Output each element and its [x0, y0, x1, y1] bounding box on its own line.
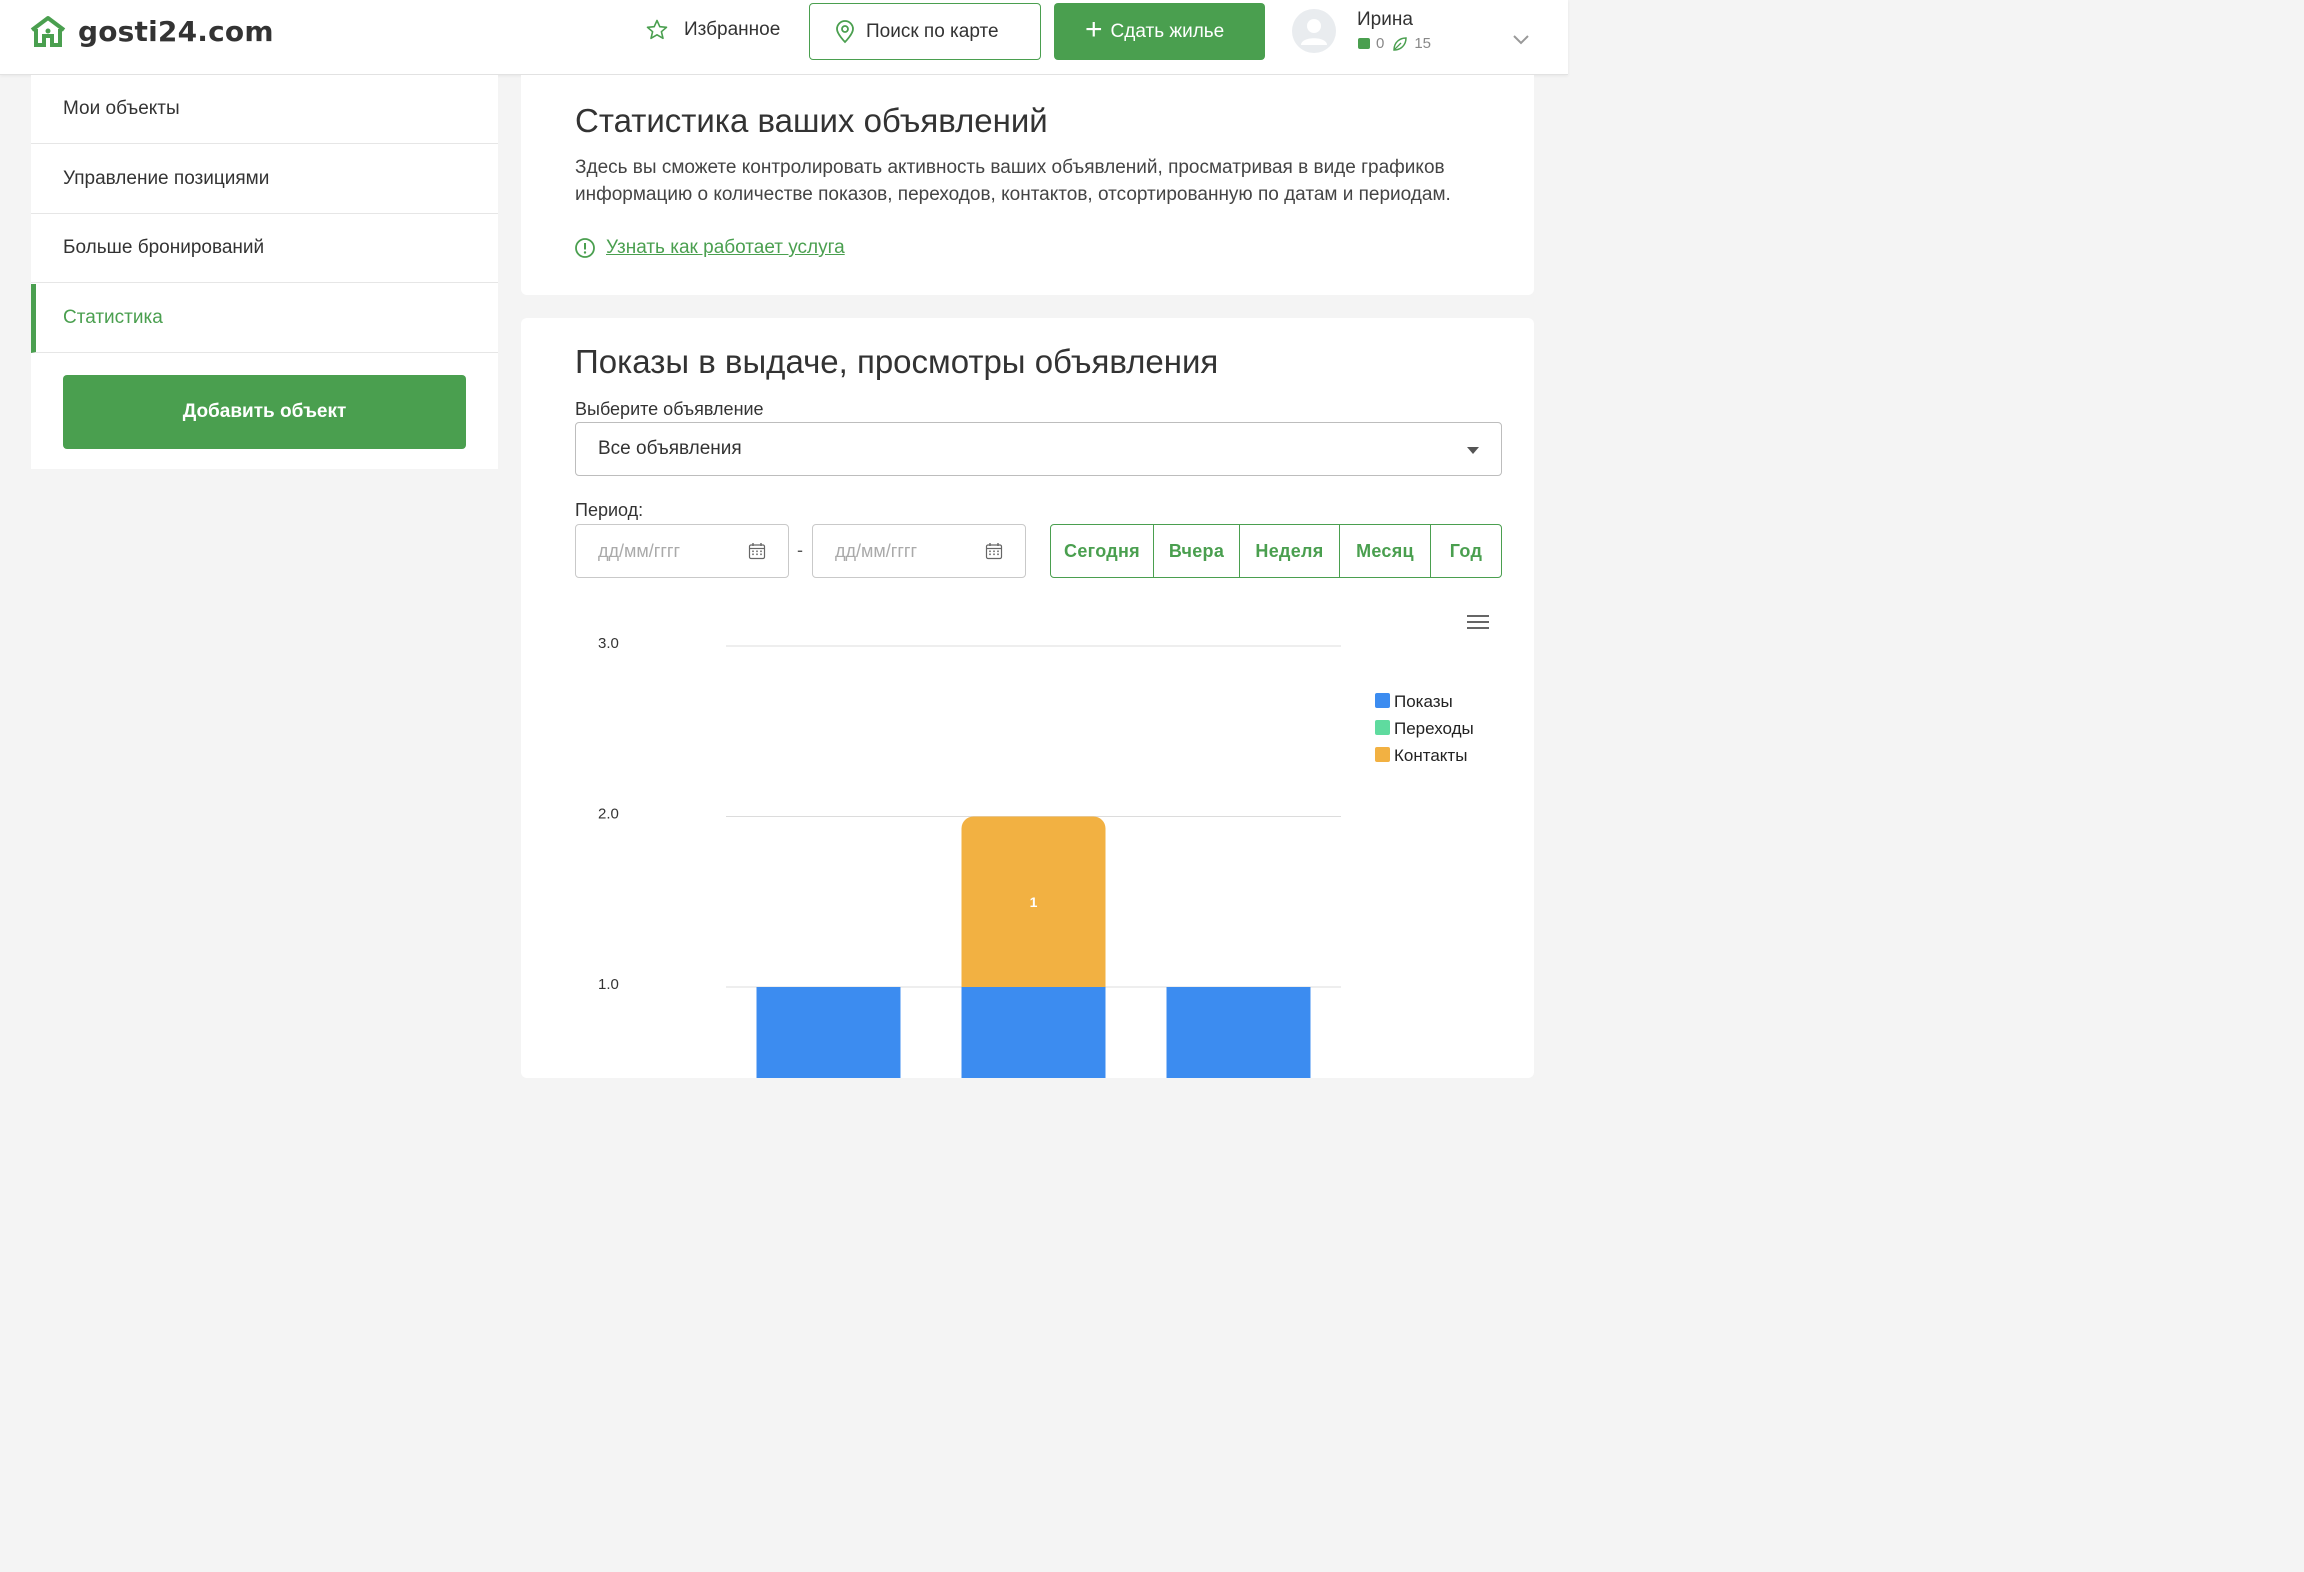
top-header: gosti24.com Избранное Поиск по карте + С… — [0, 0, 1568, 75]
site-logo[interactable]: gosti24.com — [28, 14, 274, 48]
add-object-button[interactable]: Добавить объект — [63, 375, 466, 449]
favorites-link[interactable]: Избранное — [645, 18, 780, 42]
map-search-button[interactable]: Поиск по карте — [809, 3, 1041, 60]
sidebar-item-my-objects[interactable]: Мои объекты — [31, 75, 498, 144]
sidebar-item-more-bookings[interactable]: Больше бронирований — [31, 214, 498, 283]
rent-out-button[interactable]: + Сдать жилье — [1054, 3, 1265, 60]
plus-icon: + — [1085, 13, 1103, 46]
learn-more-link[interactable]: Узнать как работает услуга — [574, 237, 845, 259]
legend-swatch-3 — [1375, 747, 1390, 762]
legend-label-1: Показы — [1394, 692, 1453, 711]
user-count-b: 15 — [1414, 35, 1432, 52]
stats-card: Показы в выдаче, просмотры объявления Вы… — [521, 318, 1534, 1078]
user-count-a: 0 — [1376, 35, 1385, 52]
leaf-icon — [1393, 36, 1408, 51]
user-avatar[interactable] — [1292, 9, 1336, 53]
y-tick-label: 2.0 — [598, 806, 619, 823]
y-tick-label: 1.0 — [598, 976, 619, 993]
user-silhouette-icon — [1301, 19, 1327, 45]
logo-text: gosti24.com — [78, 14, 274, 48]
y-tick-label: 3.0 — [598, 635, 619, 652]
sidebar: Мои объекты Управление позициями Больше … — [31, 75, 498, 469]
bar-corner-fill — [961, 973, 1106, 987]
legend-swatch-1 — [1375, 693, 1390, 708]
learn-more-label: Узнать как работает услуга — [606, 237, 845, 258]
rent-out-label: Сдать жилье — [1110, 20, 1225, 42]
bar-data-label: 1 — [1030, 894, 1038, 910]
intro-card: Статистика ваших объявлений Здесь вы смо… — [521, 75, 1534, 295]
chevron-down-icon[interactable] — [1512, 34, 1530, 46]
bar-1-1 — [756, 987, 901, 1078]
map-pin-icon — [836, 19, 854, 43]
sidebar-item-statistics[interactable]: Статистика — [31, 284, 498, 353]
user-stats: 0 15 — [1358, 35, 1431, 52]
stats-chart: 1.0 2.0 3.0 1 Показы Переходы Контакты — [598, 635, 1474, 1078]
user-name: Ирина — [1357, 9, 1413, 30]
house-logo-icon — [30, 16, 66, 47]
map-search-label: Поиск по карте — [866, 20, 999, 42]
info-circle-icon — [575, 238, 595, 258]
bar-1-3 — [1166, 987, 1311, 1078]
sidebar-item-positions[interactable]: Управление позициями — [31, 145, 498, 214]
legend-label-3: Контакты — [1394, 746, 1467, 765]
bar-1-2 — [961, 987, 1106, 1078]
wallet-icon — [1358, 38, 1370, 49]
legend-swatch-2 — [1375, 720, 1390, 735]
legend-label-2: Переходы — [1394, 719, 1474, 738]
star-icon — [646, 19, 668, 40]
page-title: Статистика ваших объявлений — [575, 102, 1048, 139]
favorites-label: Избранное — [684, 19, 781, 40]
intro-description: Здесь вы сможете контролировать активнос… — [575, 157, 1451, 205]
